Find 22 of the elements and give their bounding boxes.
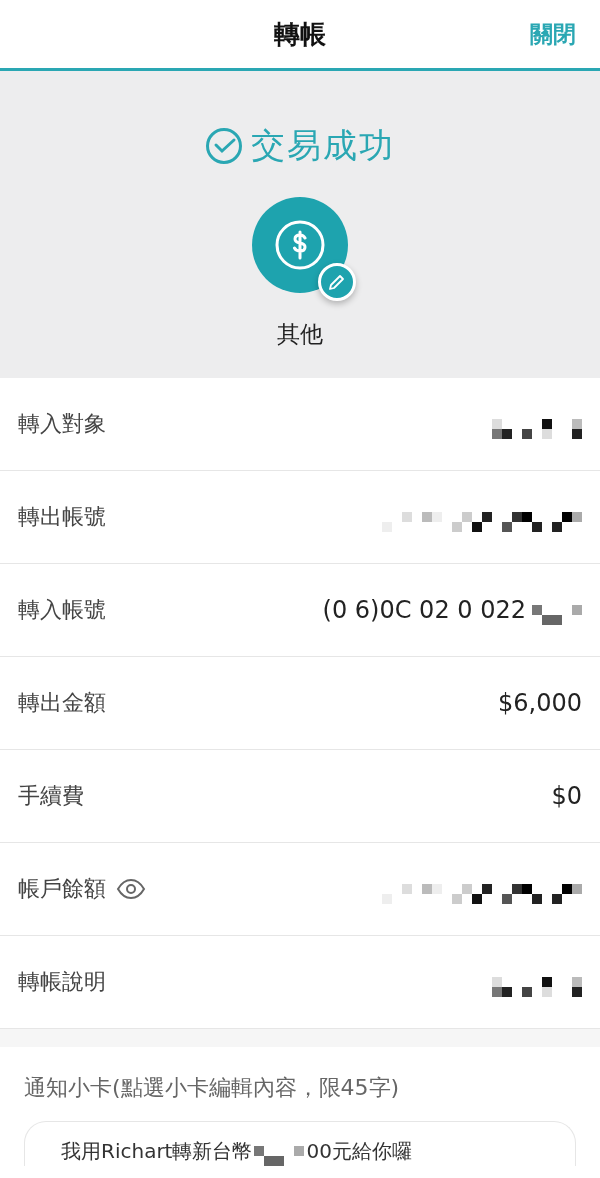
- status-text: 交易成功: [251, 124, 395, 167]
- row-label: 手續費: [18, 782, 84, 810]
- message-card[interactable]: 我用Richart轉新台幣 00元給你囉: [24, 1121, 576, 1166]
- row-label: 轉出帳號: [18, 503, 106, 531]
- section-label: 通知小卡(點選小卡編輯內容，限45字): [24, 1074, 401, 1102]
- dollar-icon: [274, 219, 326, 271]
- row-label: 轉入帳號: [18, 596, 106, 624]
- row-label: 轉出金額: [18, 689, 106, 717]
- edit-button[interactable]: [318, 263, 356, 301]
- page-title: 轉帳: [274, 17, 326, 51]
- row-value: $6,000: [498, 689, 582, 717]
- row-value: $0: [551, 782, 582, 810]
- pencil-icon: [327, 272, 347, 292]
- eye-icon[interactable]: [116, 878, 146, 900]
- row-value: (0 6)0C 02 0 022: [322, 596, 526, 624]
- message-text: 00元給你囉: [306, 1137, 412, 1165]
- check-circle-icon: [205, 127, 243, 165]
- row-label: 轉入對象: [18, 410, 106, 438]
- row-label: 帳戶餘額: [18, 875, 106, 903]
- row-label: 轉帳說明: [18, 968, 106, 996]
- message-text: 我用Richart轉新台幣: [61, 1137, 253, 1165]
- category-label: 其他: [277, 320, 323, 349]
